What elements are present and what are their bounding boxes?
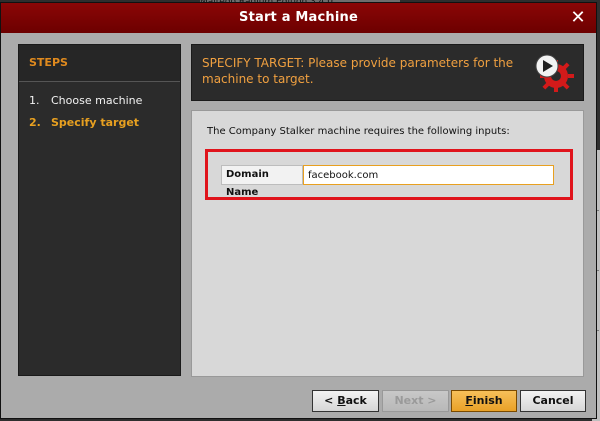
domain-name-input[interactable] bbox=[303, 165, 554, 185]
back-prefix: < bbox=[324, 394, 338, 407]
step-instructions: SPECIFY TARGET: Please provide parameter… bbox=[202, 56, 514, 86]
input-parameters-panel: The Company Stalker machine requires the… bbox=[191, 110, 584, 377]
next-button[interactable]: Next > bbox=[382, 390, 449, 412]
step-label: Choose machine bbox=[51, 94, 143, 107]
steps-heading: STEPS bbox=[19, 45, 180, 82]
step-choose-machine: 1. Choose machine bbox=[19, 90, 180, 112]
back-rest: ack bbox=[345, 394, 367, 407]
steps-list: 1. Choose machine 2. Specify target bbox=[19, 82, 180, 134]
dialog-title: Start a Machine bbox=[239, 10, 358, 25]
step-number: 2. bbox=[29, 116, 41, 129]
domain-name-label: Domain Name bbox=[221, 165, 303, 198]
step-label: Specify target bbox=[51, 116, 140, 129]
inputs-description: The Company Stalker machine requires the… bbox=[207, 126, 510, 137]
step-specify-target: 2. Specify target bbox=[19, 112, 180, 134]
steps-sidebar: STEPS 1. Choose machine 2. Specify target bbox=[18, 44, 181, 376]
dialog-titlebar: Start a Machine ✕ bbox=[1, 3, 596, 33]
close-icon[interactable]: ✕ bbox=[570, 3, 586, 33]
maltego-machine-logo-icon bbox=[535, 54, 574, 92]
back-mnemonic: B bbox=[337, 394, 346, 407]
start-machine-dialog: Start a Machine ✕ STEPS 1. Choose machine… bbox=[0, 2, 597, 419]
cancel-button[interactable]: Cancel bbox=[520, 390, 586, 412]
finish-button[interactable]: Finish bbox=[451, 390, 517, 412]
finish-mnemonic: F bbox=[465, 394, 473, 407]
domain-field-highlight: Domain Name bbox=[205, 149, 573, 200]
back-button[interactable]: < Back bbox=[312, 390, 379, 412]
step-header-panel: SPECIFY TARGET: Please provide parameter… bbox=[191, 44, 584, 101]
finish-rest: inish bbox=[472, 394, 503, 407]
step-number: 1. bbox=[29, 94, 40, 107]
